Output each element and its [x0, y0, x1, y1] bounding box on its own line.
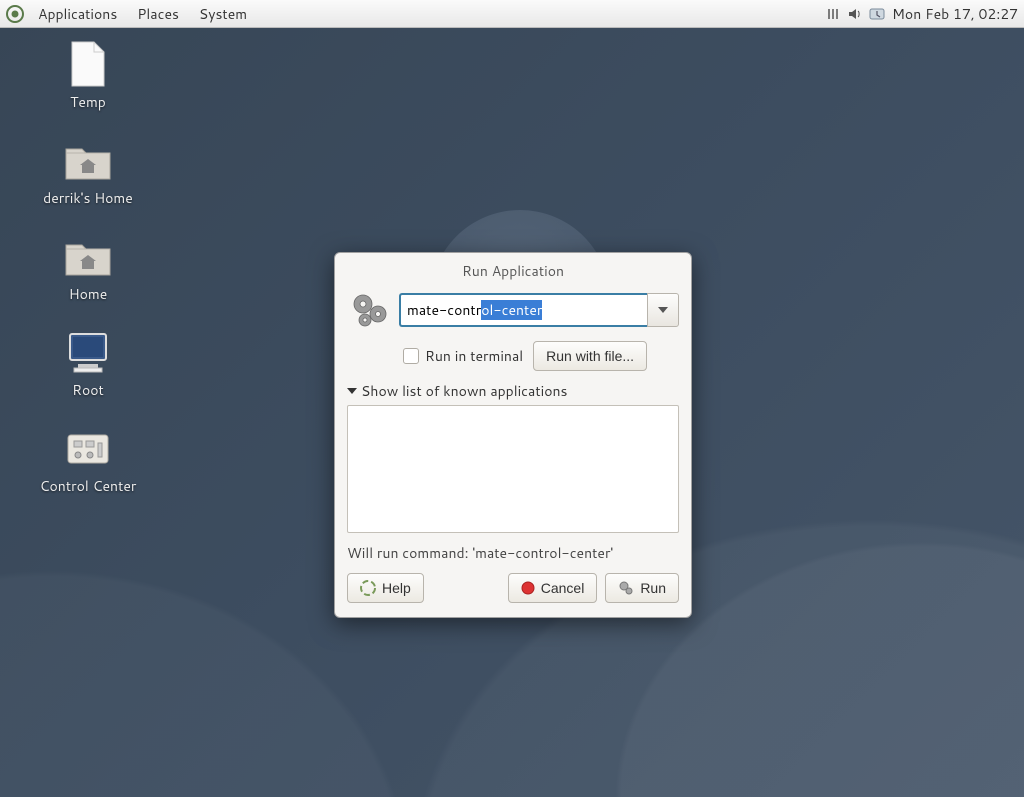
desktop-icon-label: derrik's Home — [43, 188, 133, 208]
help-button-label: Help — [382, 580, 411, 596]
command-input[interactable]: mate-control-center — [399, 293, 647, 327]
computer-icon — [64, 328, 112, 376]
help-icon — [360, 580, 376, 596]
control-center-icon — [64, 424, 112, 472]
known-apps-list[interactable] — [347, 405, 679, 533]
known-apps-expander[interactable]: Show list of known applications — [347, 381, 679, 401]
file-icon — [64, 40, 112, 88]
desktop-icons: Temp derrik's Home Home Root Control Cen… — [28, 40, 148, 496]
run-button-label: Run — [640, 580, 666, 596]
mate-logo-icon[interactable] — [6, 5, 24, 23]
updates-icon[interactable] — [868, 5, 886, 23]
desktop-icon-user-home[interactable]: derrik's Home — [28, 136, 148, 208]
top-panel: Applications Places System Mon Feb 17, 0… — [0, 0, 1024, 28]
desktop-icon-label: Temp — [70, 92, 106, 112]
desktop-icon-temp[interactable]: Temp — [28, 40, 148, 112]
cancel-button-label: Cancel — [541, 580, 585, 596]
desktop-icon-root[interactable]: Root — [28, 328, 148, 400]
cancel-icon — [521, 581, 535, 595]
desktop-icon-label: Control Center — [40, 476, 137, 496]
cancel-button[interactable]: Cancel — [508, 573, 598, 603]
checkbox-label: Run in terminal — [425, 346, 523, 366]
command-selected-text: ol-center — [481, 300, 542, 320]
desktop-icon-label: Home — [69, 284, 108, 304]
command-dropdown-button[interactable] — [647, 293, 679, 327]
run-gears-icon — [618, 580, 634, 596]
run-application-dialog: Run Application mate-control-center — [334, 252, 692, 618]
run-with-file-button[interactable]: Run with file... — [533, 341, 647, 371]
chevron-down-icon — [658, 307, 668, 313]
folder-home-icon — [64, 136, 112, 184]
run-button[interactable]: Run — [605, 573, 679, 603]
will-run-command-label: Will run command: 'mate-control-center' — [347, 543, 679, 563]
desktop-icon-control-center[interactable]: Control Center — [28, 424, 148, 496]
command-combo: mate-control-center — [399, 293, 679, 327]
help-button[interactable]: Help — [347, 573, 424, 603]
network-icon[interactable] — [824, 5, 842, 23]
menu-applications[interactable]: Applications — [28, 0, 127, 28]
menu-places[interactable]: Places — [127, 0, 189, 28]
folder-home-icon — [64, 232, 112, 280]
expander-label: Show list of known applications — [361, 381, 567, 401]
command-typed-text: mate-contr — [407, 300, 481, 320]
gears-icon — [347, 287, 393, 333]
menu-system[interactable]: System — [189, 0, 257, 28]
checkbox-box — [403, 348, 419, 364]
volume-icon[interactable] — [846, 5, 864, 23]
dialog-title: Run Application — [335, 253, 691, 287]
desktop-icon-label: Root — [72, 380, 104, 400]
clock[interactable]: Mon Feb 17, 02:27 — [892, 4, 1018, 24]
triangle-down-icon — [347, 386, 357, 396]
desktop-icon-home[interactable]: Home — [28, 232, 148, 304]
run-in-terminal-checkbox[interactable]: Run in terminal — [403, 346, 523, 366]
